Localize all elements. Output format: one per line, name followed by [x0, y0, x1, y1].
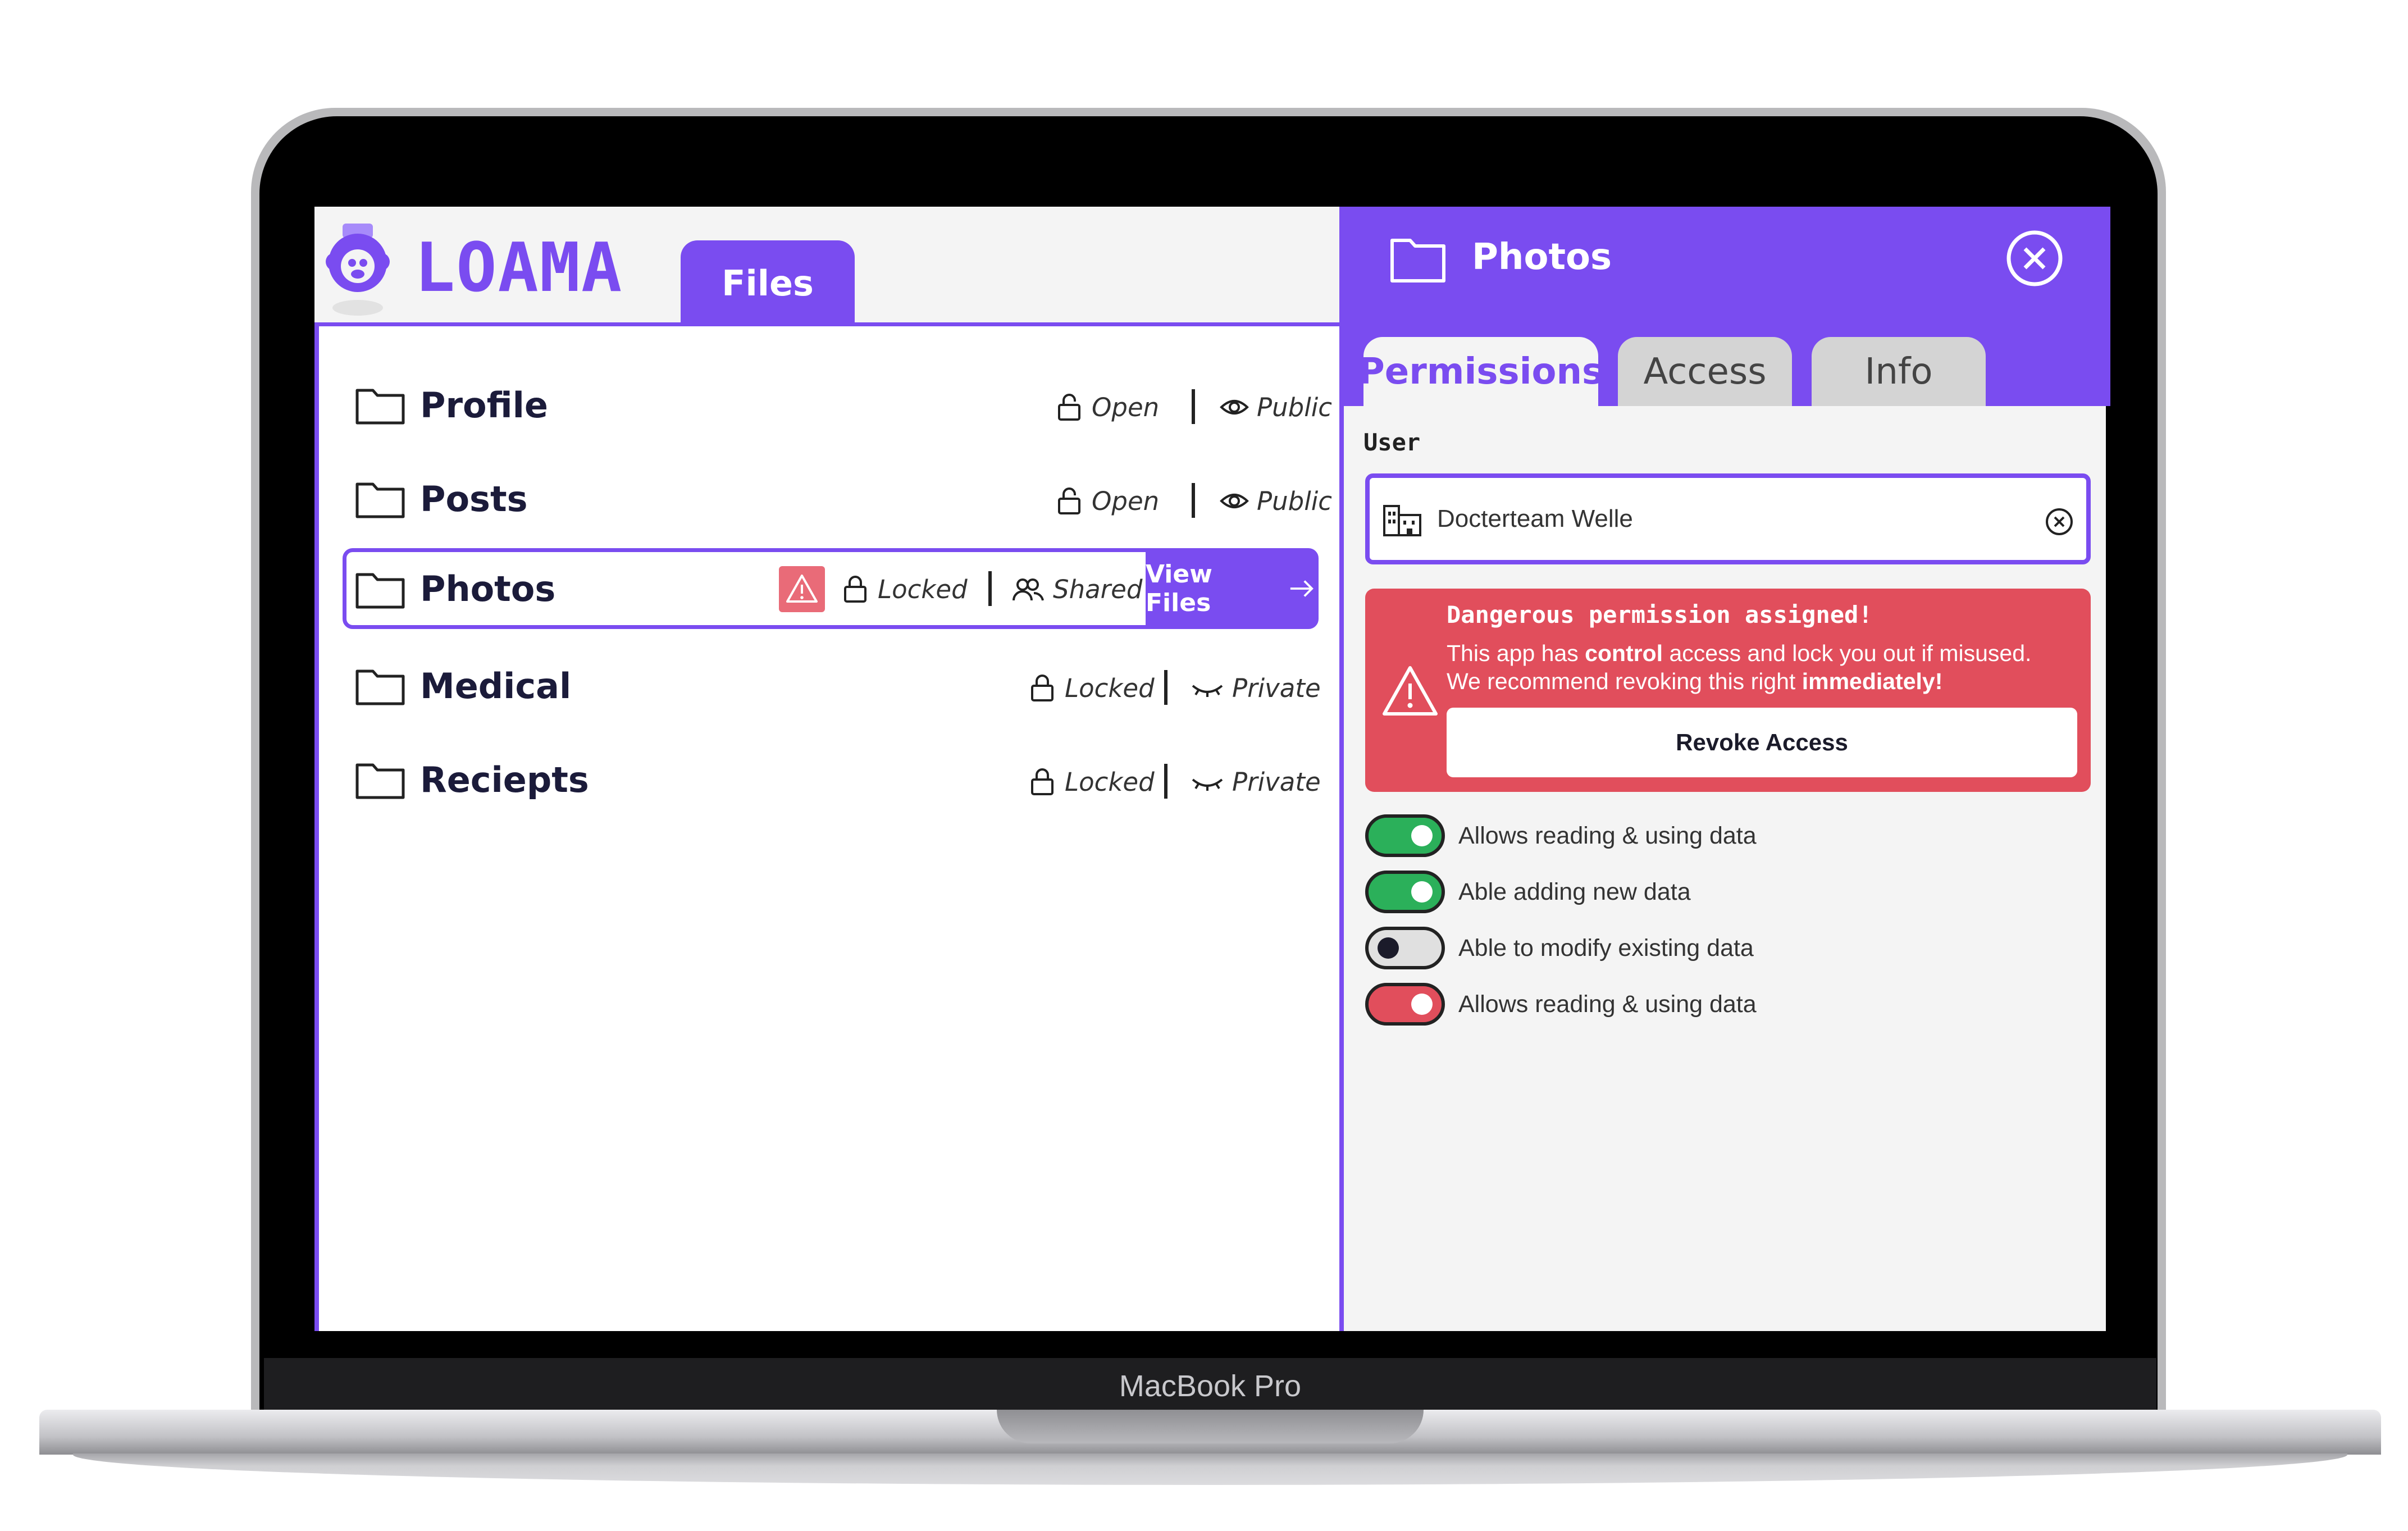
danger-line-1: This app has control access and lock you… — [1447, 640, 2032, 666]
open-lock-icon — [1058, 394, 1080, 421]
folder-row-photos[interactable]: Photos Locked Shared View Files — [343, 548, 1319, 629]
eye-icon — [1220, 400, 1249, 414]
visibility-label: Private — [1232, 673, 1321, 703]
open-lock-icon — [1058, 487, 1080, 514]
toggle-switch[interactable] — [1365, 983, 1445, 1026]
user-label: User — [1363, 429, 1421, 456]
visibility-status: Private — [1191, 671, 1321, 705]
tab-info[interactable]: Info — [1812, 337, 1986, 406]
danger-alert: Dangerous permission assigned! This app … — [1365, 589, 2091, 792]
brand-label: MacBook Pro — [1119, 1369, 1302, 1403]
lock-icon — [1031, 768, 1054, 795]
divider — [1192, 483, 1195, 518]
visibility-label: Public — [1257, 392, 1332, 422]
lock-status: Open — [1055, 484, 1159, 518]
user-value: Docterteam Welle — [1437, 505, 1633, 532]
divider — [988, 571, 992, 606]
toggle-switch[interactable] — [1365, 814, 1445, 857]
toggle-switch[interactable] — [1365, 927, 1445, 969]
permission-modify: Able to modify existing data — [1365, 927, 2039, 969]
folder-name: Medical — [420, 666, 572, 707]
folder-row-profile[interactable]: Profile Open Public — [348, 366, 1332, 444]
permission-read-danger: Allows reading & using data — [1365, 983, 2039, 1026]
clear-icon[interactable] — [2045, 507, 2074, 536]
visibility-status: Private — [1191, 765, 1321, 799]
folder-row-medical[interactable]: Medical Locked Private — [348, 646, 1325, 725]
folder-icon — [355, 573, 405, 609]
lock-status: Locked — [841, 572, 968, 606]
revoke-access-button[interactable]: Revoke Access — [1447, 708, 2077, 777]
folder-name: Reciepts — [420, 759, 589, 800]
folder-icon — [355, 763, 405, 799]
permission-label: Allows reading & using data — [1458, 991, 1757, 1018]
lock-icon — [844, 576, 866, 603]
danger-title: Dangerous permission assigned! — [1447, 601, 1873, 628]
divider — [1164, 670, 1167, 705]
folder-icon — [355, 389, 405, 425]
lock-label: Locked — [878, 574, 968, 604]
visibility-label: Public — [1257, 486, 1332, 516]
divider — [1164, 764, 1167, 799]
danger-line-2: We recommend revoking this right immedia… — [1447, 668, 1943, 694]
panel-title: Photos — [1472, 236, 1612, 278]
arrow-right-icon — [1290, 580, 1314, 597]
divider — [1192, 389, 1195, 424]
building-icon — [1383, 505, 1421, 536]
folder-row-reciepts[interactable]: Reciepts Locked Private — [348, 740, 1325, 819]
warning-icon — [1383, 666, 1438, 716]
warning-icon — [786, 575, 818, 603]
folder-list: Profile Open Public Posts Open Public Ph… — [314, 207, 1339, 1331]
warning-badge[interactable] — [779, 566, 825, 612]
tab-permissions[interactable]: Permissions — [1358, 337, 1603, 406]
lock-label: Open — [1092, 486, 1160, 516]
lock-status: Open — [1055, 390, 1159, 424]
tab-access[interactable]: Access — [1618, 337, 1792, 406]
laptop-notch — [997, 1410, 1424, 1443]
user-field[interactable]: Docterteam Welle — [1365, 473, 2091, 564]
lock-label: Locked — [1065, 673, 1155, 703]
folder-icon — [355, 482, 405, 518]
details-panel: Photos Permissions Access Info User Doct… — [1339, 207, 2110, 1331]
lock-icon — [1031, 675, 1054, 701]
folder-name: Posts — [420, 479, 528, 520]
permission-add: Able adding new data — [1365, 871, 2039, 913]
folder-icon — [355, 669, 405, 705]
toggle-switch[interactable] — [1365, 871, 1445, 913]
folder-icon — [1390, 239, 1445, 282]
permission-read: Allows reading & using data — [1365, 814, 2039, 857]
lock-label: Locked — [1065, 767, 1155, 797]
lock-label: Open — [1092, 392, 1160, 422]
visibility-status: Shared — [1011, 572, 1142, 606]
permission-label: Allows reading & using data — [1458, 822, 1757, 849]
visibility-status: Public — [1220, 484, 1332, 518]
view-files-label: View Files — [1146, 560, 1212, 617]
folder-name: Photos — [420, 568, 556, 609]
lock-status: Locked — [1028, 765, 1155, 799]
panel-header: Photos Permissions Access Info — [1344, 207, 2110, 406]
view-files-button[interactable]: View Files — [1146, 552, 1315, 626]
eye-icon — [1220, 494, 1249, 508]
closed-eye-icon — [1192, 778, 1223, 791]
lock-status: Locked — [1028, 671, 1155, 705]
users-icon — [1013, 578, 1044, 601]
permission-label: Able adding new data — [1458, 878, 1691, 905]
visibility-status: Public — [1220, 390, 1332, 424]
closed-eye-icon — [1192, 685, 1223, 697]
laptop-base-bottom — [73, 1453, 2347, 1485]
permission-label: Able to modify existing data — [1458, 935, 1754, 962]
visibility-label: Private — [1232, 767, 1321, 797]
folder-row-posts[interactable]: Posts Open Public — [348, 459, 1332, 538]
visibility-label: Shared — [1053, 574, 1143, 604]
close-icon[interactable] — [2005, 229, 2064, 288]
folder-name: Profile — [420, 385, 548, 426]
